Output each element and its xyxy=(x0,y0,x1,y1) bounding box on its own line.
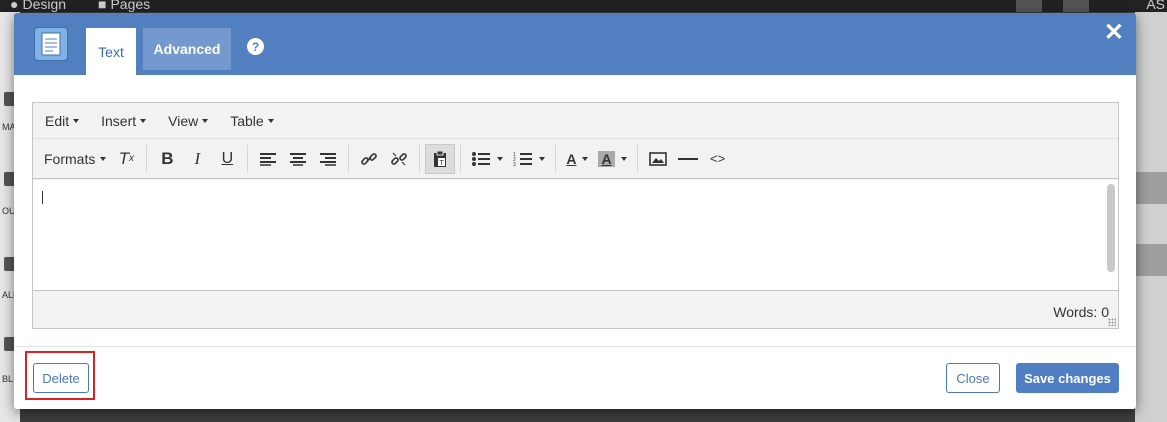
editor-content-area[interactable] xyxy=(33,180,1118,290)
bold-icon[interactable]: B xyxy=(152,144,182,174)
source-code-icon[interactable]: <> xyxy=(703,144,733,174)
text-block-icon xyxy=(34,27,68,61)
toolbar-divider xyxy=(419,144,421,173)
editor-menubar: Edit Insert View Table xyxy=(33,103,1118,139)
toolbar-divider xyxy=(460,144,462,173)
background-band xyxy=(1135,172,1167,204)
dialog-header: Text Advanced ? ✕ xyxy=(14,13,1136,75)
image-icon[interactable] xyxy=(643,144,673,174)
text-color-icon[interactable]: A xyxy=(561,144,593,174)
caret-down-icon xyxy=(267,118,274,123)
caret-down-icon xyxy=(582,156,589,161)
background-right-panel xyxy=(1135,12,1167,422)
settings-icon[interactable] xyxy=(1016,0,1042,12)
caret-down-icon xyxy=(497,156,504,161)
text-editor-dialog: Text Advanced ? ✕ Edit Insert View Table… xyxy=(14,13,1136,409)
footer-divider xyxy=(14,346,1136,347)
caret-down-icon xyxy=(73,118,80,123)
tab-advanced[interactable]: Advanced xyxy=(143,28,231,70)
content-scrollbar[interactable] xyxy=(1107,184,1115,272)
editor-statusbar: Words: 0 xyxy=(33,290,1118,328)
user-label: AS xyxy=(1146,0,1165,12)
clear-formatting-icon[interactable]: Tx xyxy=(111,144,141,174)
background-color-icon[interactable]: A xyxy=(593,144,631,174)
toolbar-divider xyxy=(555,144,557,173)
link-icon[interactable] xyxy=(354,144,384,174)
svg-text:T: T xyxy=(440,160,445,167)
menu-view[interactable]: View xyxy=(168,113,209,129)
close-button[interactable]: Close xyxy=(946,363,1000,393)
numbered-list-icon[interactable]: 123 xyxy=(508,144,550,174)
align-right-icon[interactable] xyxy=(313,144,343,174)
caret-down-icon xyxy=(100,156,107,161)
word-count: Words: 0 xyxy=(1053,304,1109,320)
formats-dropdown[interactable]: Formats xyxy=(39,144,111,174)
unlink-icon[interactable] xyxy=(384,144,414,174)
help-icon[interactable]: ? xyxy=(247,38,264,55)
caret-down-icon xyxy=(539,156,546,161)
editor-toolbar: Formats Tx B I U T 123 A A <> xyxy=(33,139,1118,179)
background-topbar: ● Design ■ Pages xyxy=(0,0,1167,12)
design-tab[interactable]: ● Design xyxy=(10,0,66,12)
menu-edit[interactable]: Edit xyxy=(45,113,80,129)
svg-text:3: 3 xyxy=(513,162,516,167)
rich-text-editor: Edit Insert View Table Formats Tx B I U … xyxy=(32,102,1119,329)
text-cursor xyxy=(42,191,43,204)
underline-icon[interactable]: U xyxy=(212,144,242,174)
toolbar-divider xyxy=(636,144,638,173)
gear-icon: ● xyxy=(10,0,19,12)
toolbar-divider xyxy=(146,144,148,173)
bullet-list-icon[interactable] xyxy=(466,144,508,174)
toolbar-divider xyxy=(348,144,350,173)
caret-down-icon xyxy=(620,156,627,161)
left-item-label: BL xyxy=(2,374,14,384)
paste-as-text-icon[interactable]: T xyxy=(425,143,456,174)
home-icon[interactable] xyxy=(1063,0,1089,12)
caret-down-icon xyxy=(140,118,147,123)
align-left-icon[interactable] xyxy=(253,144,283,174)
delete-button-highlight xyxy=(25,351,95,400)
page-icon: ■ xyxy=(98,0,107,12)
toolbar-divider xyxy=(247,144,249,173)
italic-icon[interactable]: I xyxy=(182,144,212,174)
pages-tab[interactable]: ■ Pages xyxy=(98,0,150,12)
align-center-icon[interactable] xyxy=(283,144,313,174)
menu-table[interactable]: Table xyxy=(230,113,274,129)
horizontal-rule-icon[interactable] xyxy=(673,144,703,174)
background-band xyxy=(1135,244,1167,276)
resize-handle[interactable] xyxy=(1108,318,1116,326)
menu-insert[interactable]: Insert xyxy=(101,113,147,129)
save-changes-button[interactable]: Save changes xyxy=(1016,363,1119,393)
caret-down-icon xyxy=(202,118,209,123)
tab-text[interactable]: Text xyxy=(86,28,136,75)
close-icon[interactable]: ✕ xyxy=(1104,21,1124,45)
